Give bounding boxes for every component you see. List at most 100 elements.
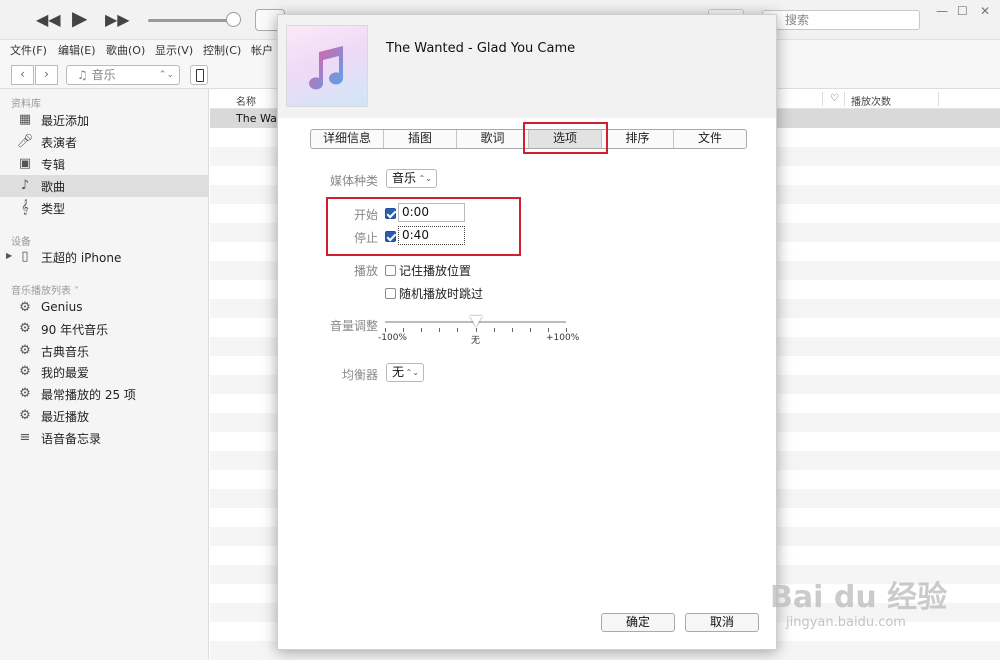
maximize-icon[interactable]: ☐ bbox=[957, 4, 968, 18]
rewind-icon[interactable]: ◀◀ bbox=[36, 10, 61, 30]
menu-edit[interactable]: 编辑(E) bbox=[58, 42, 96, 58]
volume-adjust-label: 音量调整 bbox=[329, 319, 378, 333]
column-name[interactable]: 名称 bbox=[236, 93, 256, 108]
sidebar-item-90s-music[interactable]: ⚙ 90 年代音乐 bbox=[0, 318, 209, 340]
start-time-field[interactable]: 0:00 bbox=[398, 203, 465, 222]
album-artwork bbox=[286, 25, 368, 107]
column-divider bbox=[938, 92, 939, 106]
slider-tick bbox=[476, 328, 477, 332]
play-icon[interactable]: ▶ bbox=[72, 8, 87, 28]
slider-tick bbox=[385, 328, 386, 332]
tab-artwork[interactable]: 插图 bbox=[384, 130, 457, 148]
sidebar-item-label: 表演者 bbox=[41, 136, 78, 150]
start-checkbox[interactable] bbox=[385, 208, 396, 219]
tab-details[interactable]: 详细信息 bbox=[311, 130, 384, 148]
sidebar-item-label: 类型 bbox=[41, 202, 66, 216]
sidebar-item-genres[interactable]: 𝄞 类型 bbox=[0, 197, 209, 219]
sidebar-item-voice-memos[interactable]: ≡ 语音备忘录 bbox=[0, 427, 209, 449]
media-kind-label: 媒体种类 bbox=[329, 174, 378, 188]
column-plays[interactable]: 播放次数 bbox=[851, 93, 891, 108]
remember-position-checkbox[interactable] bbox=[385, 265, 396, 276]
slider-tick bbox=[530, 328, 531, 332]
sidebar-item-label: 王超的 iPhone bbox=[41, 251, 122, 265]
media-kind-select[interactable]: 音乐 ⌃⌄ bbox=[386, 169, 437, 188]
sidebar-item-label: 90 年代音乐 bbox=[41, 323, 109, 337]
gear-icon: ⚙ bbox=[19, 408, 31, 423]
volume-slider-knob[interactable] bbox=[226, 12, 241, 27]
menu-controls[interactable]: 控制(C) bbox=[203, 42, 241, 58]
playlists-section-title[interactable]: 音乐播放列表 ˅ bbox=[11, 282, 79, 297]
volume-slider[interactable] bbox=[148, 19, 236, 22]
media-type-label: 音乐 bbox=[91, 68, 116, 82]
cancel-button[interactable]: 取消 bbox=[685, 613, 759, 632]
library-section-title: 资料库 bbox=[11, 99, 41, 110]
volume-mid-label: 无 bbox=[471, 336, 481, 346]
highlight-box-options-tab bbox=[523, 122, 608, 154]
sidebar-item-classical[interactable]: ⚙ 古典音乐 bbox=[0, 340, 209, 362]
equalizer-select[interactable]: 无 ⌃⌄ bbox=[386, 363, 424, 382]
remember-position-label: 记住播放位置 bbox=[399, 264, 472, 278]
column-divider bbox=[822, 92, 823, 106]
back-button[interactable]: ‹ bbox=[11, 65, 34, 85]
skip-shuffle-label: 随机播放时跳过 bbox=[399, 287, 484, 301]
sidebar-item-genius[interactable]: ⚙ Genius bbox=[0, 297, 209, 319]
slider-tick bbox=[403, 328, 404, 332]
sidebar-item-favorites[interactable]: ⚙ 我的最爱 bbox=[0, 361, 209, 383]
chevron-updown-icon: ⌃⌄ bbox=[405, 368, 419, 377]
baidu-watermark: Bai du 经验 bbox=[770, 580, 948, 615]
stop-checkbox[interactable] bbox=[385, 231, 396, 242]
volume-adjust-knob[interactable] bbox=[470, 316, 482, 327]
tab-lyrics[interactable]: 歌词 bbox=[457, 130, 529, 148]
menu-file[interactable]: 文件(F) bbox=[10, 42, 47, 58]
itunes-window: ◀◀ ▶ ▶▶ ⌕ 搜索 — ☐ ✕ 文件(F) 编辑(E) 歌曲(O) 显示(… bbox=[0, 0, 1000, 660]
menu-account[interactable]: 帐户 bbox=[251, 42, 273, 58]
playlist-icon: ≡ bbox=[19, 430, 31, 445]
sidebar: 资料库 ▦ 最近添加 🎤︎ 表演者 ▣ 专辑 ♪ 歌曲 𝄞 类型 设备 ▶ ▯ … bbox=[0, 89, 209, 659]
gear-icon: ⚙ bbox=[19, 386, 31, 401]
sidebar-item-recently-played[interactable]: ⚙ 最近播放 bbox=[0, 405, 209, 427]
skip-shuffle-checkbox[interactable] bbox=[385, 288, 396, 299]
stop-time-field[interactable]: 0:40 bbox=[398, 226, 465, 245]
ok-button[interactable]: 确定 bbox=[601, 613, 675, 632]
search-input[interactable]: ⌕ 搜索 bbox=[762, 10, 920, 30]
slider-tick bbox=[512, 328, 513, 332]
tab-file[interactable]: 文件 bbox=[674, 130, 746, 148]
sidebar-item-top-25[interactable]: ⚙ 最常播放的 25 项 bbox=[0, 383, 209, 405]
sidebar-item-songs[interactable]: ♪ 歌曲 bbox=[0, 175, 209, 197]
menu-song[interactable]: 歌曲(O) bbox=[106, 42, 145, 58]
column-divider bbox=[844, 92, 845, 106]
sidebar-item-label: 最常播放的 25 项 bbox=[41, 388, 136, 402]
iphone-icon: ▯ bbox=[21, 249, 29, 264]
gear-icon: ⚙ bbox=[19, 343, 31, 358]
column-love[interactable]: ♡ bbox=[830, 93, 839, 104]
song-info-dialog: The Wanted - Glad You Came 详细信息 插图 歌词 选项… bbox=[277, 14, 777, 650]
volume-max-label: +100% bbox=[546, 333, 580, 343]
sidebar-item-label: 语音备忘录 bbox=[41, 432, 102, 446]
equalizer-label: 均衡器 bbox=[341, 368, 378, 382]
menu-view[interactable]: 显示(V) bbox=[155, 42, 193, 58]
sidebar-item-iphone[interactable]: ▶ ▯ 王超的 iPhone bbox=[0, 246, 209, 268]
minimize-icon[interactable]: — bbox=[936, 4, 948, 18]
close-icon[interactable]: ✕ bbox=[980, 4, 990, 18]
sidebar-item-artists[interactable]: 🎤︎ 表演者 bbox=[0, 131, 209, 153]
sidebar-item-recently-added[interactable]: ▦ 最近添加 bbox=[0, 109, 209, 131]
fast-forward-icon[interactable]: ▶▶ bbox=[105, 10, 130, 30]
forward-button[interactable]: › bbox=[35, 65, 58, 85]
music-note-icon: ♫ bbox=[77, 68, 92, 82]
start-label: 开始 bbox=[353, 208, 378, 222]
sidebar-item-label: 我的最爱 bbox=[41, 366, 90, 380]
sidebar-item-label: 最近播放 bbox=[41, 410, 90, 424]
media-type-select[interactable]: ♫ 音乐 ⌃⌄ bbox=[66, 65, 180, 85]
sidebar-item-label: 歌曲 bbox=[41, 180, 66, 194]
slider-tick bbox=[439, 328, 440, 332]
disclosure-triangle-icon[interactable]: ▶ bbox=[6, 251, 12, 260]
slider-tick bbox=[548, 328, 549, 332]
media-kind-value: 音乐 bbox=[392, 171, 417, 185]
sidebar-item-albums[interactable]: ▣ 专辑 bbox=[0, 153, 209, 175]
sidebar-item-label: 最近添加 bbox=[41, 114, 90, 128]
tab-sorting[interactable]: 排序 bbox=[602, 130, 674, 148]
genre-icon: 𝄞 bbox=[21, 200, 29, 215]
gear-icon: ⚙ bbox=[19, 321, 31, 336]
device-button[interactable] bbox=[190, 65, 208, 85]
slider-tick bbox=[494, 328, 495, 332]
